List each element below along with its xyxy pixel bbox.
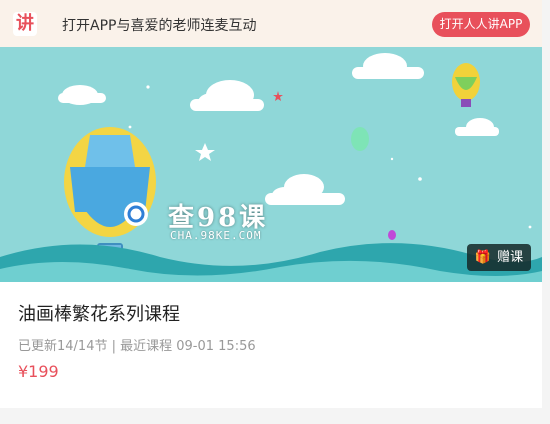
promo-text: 打开APP与喜爱的老师连麦互动 xyxy=(62,18,257,34)
course-meta: 已更新14/14节 | 最近课程 09-01 15:56 xyxy=(18,339,256,354)
page-edge xyxy=(542,0,550,424)
gift-course-button[interactable]: 🎁 赠课 xyxy=(467,244,531,271)
gift-icon: 🎁 xyxy=(474,250,492,265)
course-banner[interactable]: 查98课 CHA.98KE.COM xyxy=(0,47,542,282)
app-promo-bar: 讲 打开APP与喜爱的老师连麦互动 打开人人讲APP xyxy=(0,0,542,47)
course-card[interactable]: 讲 打开APP与喜爱的老师连麦互动 打开人人讲APP 查98课 CHA.98KE… xyxy=(0,0,542,408)
gift-label: 赠课 xyxy=(497,250,524,265)
app-logo: 讲 xyxy=(13,12,37,36)
watermark-url: CHA.98KE.COM xyxy=(170,229,262,242)
course-price: ¥199 xyxy=(18,362,59,381)
banner-illustration xyxy=(0,53,542,282)
course-title[interactable]: 油画棒繁花系列课程 xyxy=(18,300,180,326)
open-app-button[interactable]: 打开人人讲APP xyxy=(432,12,530,37)
